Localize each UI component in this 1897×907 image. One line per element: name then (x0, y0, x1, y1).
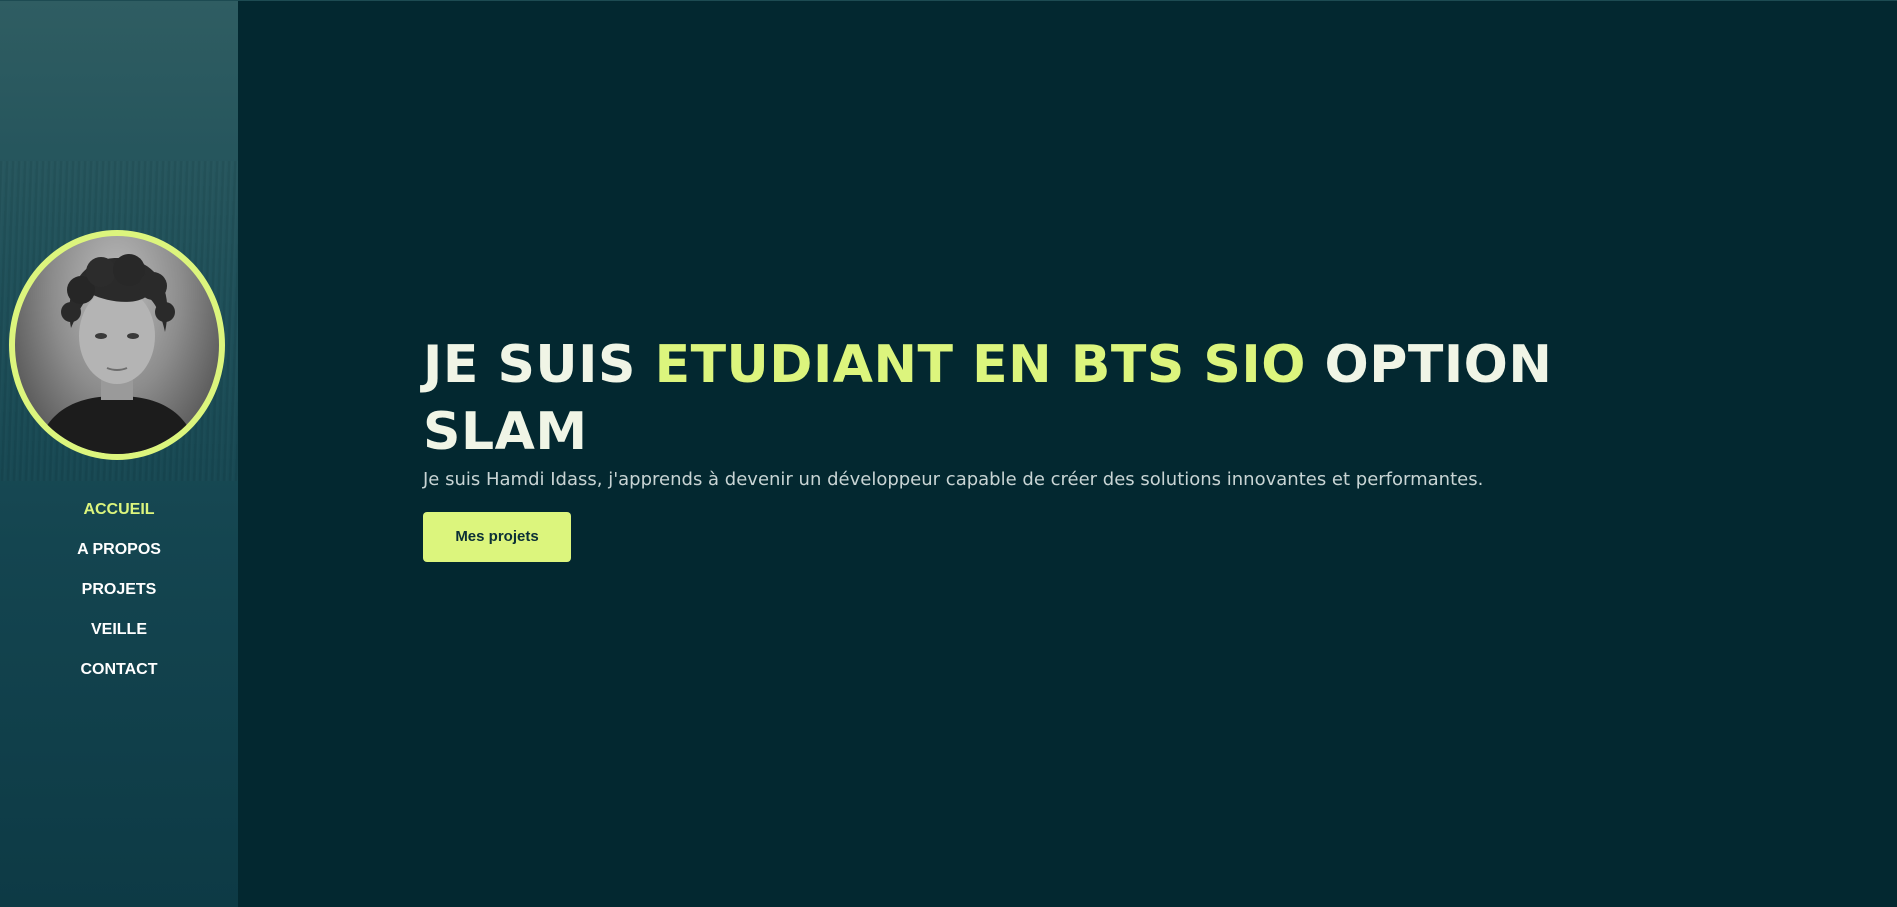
hero-section: JE SUIS ETUDIANT EN BTS SIO OPTION SLAM … (423, 332, 1563, 562)
nav-item-veille[interactable]: VEILLE (0, 615, 238, 655)
nav-item-projets[interactable]: PROJETS (0, 575, 238, 615)
hero-subtitle: Je suis Hamdi Idass, j'apprends à deveni… (423, 469, 1484, 490)
projects-button[interactable]: Mes projets (423, 512, 571, 562)
top-border (0, 0, 1897, 1)
profile-photo (9, 230, 225, 460)
hero-title-prefix: JE SUIS (423, 335, 655, 395)
hero-title: JE SUIS ETUDIANT EN BTS SIO OPTION SLAM (423, 332, 1563, 466)
nav-item-a-propos[interactable]: A PROPOS (0, 535, 238, 575)
profile-photo-image (35, 254, 199, 454)
nav-item-accueil[interactable]: ACCUEIL (0, 495, 238, 535)
nav-item-contact[interactable]: CONTACT (0, 655, 238, 695)
sidebar: ACCUEIL A PROPOS PROJETS VEILLE CONTACT (0, 1, 238, 907)
hero-title-highlight: ETUDIANT EN BTS SIO (654, 335, 1306, 395)
main-navigation: ACCUEIL A PROPOS PROJETS VEILLE CONTACT (0, 495, 238, 695)
